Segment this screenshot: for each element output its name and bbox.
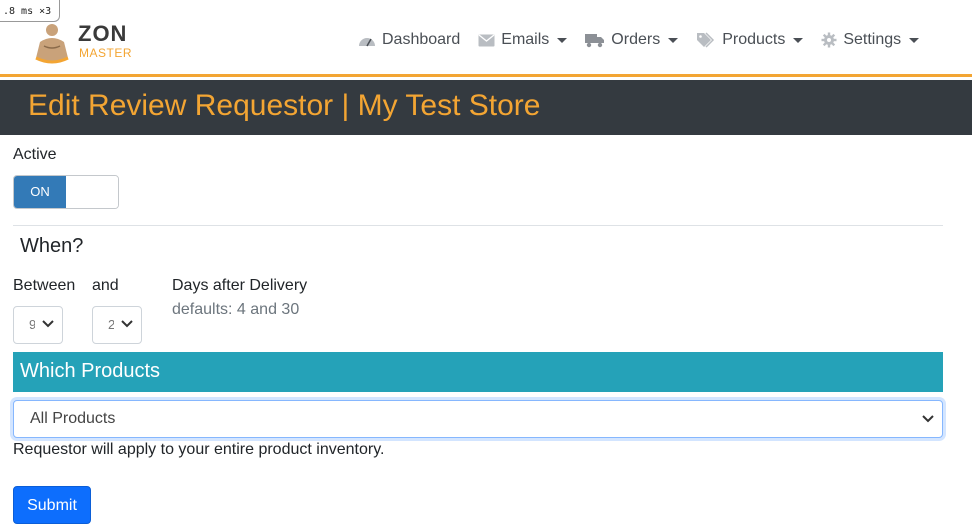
nav-orders[interactable]: Orders <box>585 28 679 52</box>
products-select-value: All Products <box>30 410 116 427</box>
nav-emails-label: Emails <box>501 31 550 48</box>
nav-products-label: Products <box>722 31 786 48</box>
products-select[interactable]: All Products <box>13 400 943 438</box>
truck-icon <box>585 33 605 47</box>
defaults-hint: defaults: 4 and 30 <box>172 301 300 318</box>
chevron-down-icon <box>922 415 934 423</box>
chevron-down-icon <box>121 320 133 328</box>
active-toggle[interactable]: ON <box>13 175 119 209</box>
nav-dashboard-label: Dashboard <box>382 31 461 48</box>
chevron-down-icon <box>909 37 920 43</box>
tags-icon <box>697 32 715 48</box>
nav-orders-label: Orders <box>611 31 661 48</box>
and-days-value: 2 <box>108 317 114 332</box>
submit-button[interactable]: Submit <box>13 486 91 524</box>
top-navbar: ZON MASTER Dashboard Emails Orders Produ… <box>0 0 972 77</box>
dashboard-gauge-icon <box>359 38 375 47</box>
toggle-on-state: ON <box>14 176 66 208</box>
debug-timing-badge: .8 ms ×3 <box>0 0 60 22</box>
nav-dashboard[interactable]: Dashboard <box>358 28 460 52</box>
when-heading: When? <box>20 235 84 257</box>
chevron-down-icon <box>793 37 804 43</box>
brand-name: ZON <box>78 21 128 46</box>
and-label: and <box>92 277 119 294</box>
and-days-select[interactable]: 2 <box>92 306 142 344</box>
section-divider <box>13 225 943 226</box>
nav-emails[interactable]: Emails <box>478 28 568 52</box>
days-after-delivery-label: Days after Delivery <box>172 277 308 294</box>
monk-logo-icon <box>35 24 69 64</box>
brand-subname: MASTER <box>79 46 133 60</box>
between-days-value: 9 <box>29 317 35 332</box>
between-label: Between <box>13 277 76 294</box>
nav-products[interactable]: Products <box>696 28 804 52</box>
nav-settings-label: Settings <box>843 31 902 48</box>
main-nav: Dashboard Emails Orders Products Setting… <box>358 28 937 52</box>
brand-logo[interactable]: ZON MASTER <box>30 16 140 66</box>
chevron-down-icon <box>42 320 54 328</box>
between-days-select[interactable]: 9 <box>13 306 63 344</box>
envelope-icon <box>478 33 495 46</box>
nav-settings[interactable]: Settings <box>821 28 920 52</box>
which-products-title: Which Products <box>20 360 161 382</box>
products-help-text: Requestor will apply to your entire prod… <box>13 441 385 458</box>
toggle-handle <box>66 176 118 208</box>
chevron-down-icon <box>557 37 568 43</box>
gear-icon <box>821 32 837 48</box>
chevron-down-icon <box>668 37 679 43</box>
page-title: Edit Review Requestor | My Test Store <box>28 89 541 122</box>
active-label: Active <box>13 146 57 163</box>
